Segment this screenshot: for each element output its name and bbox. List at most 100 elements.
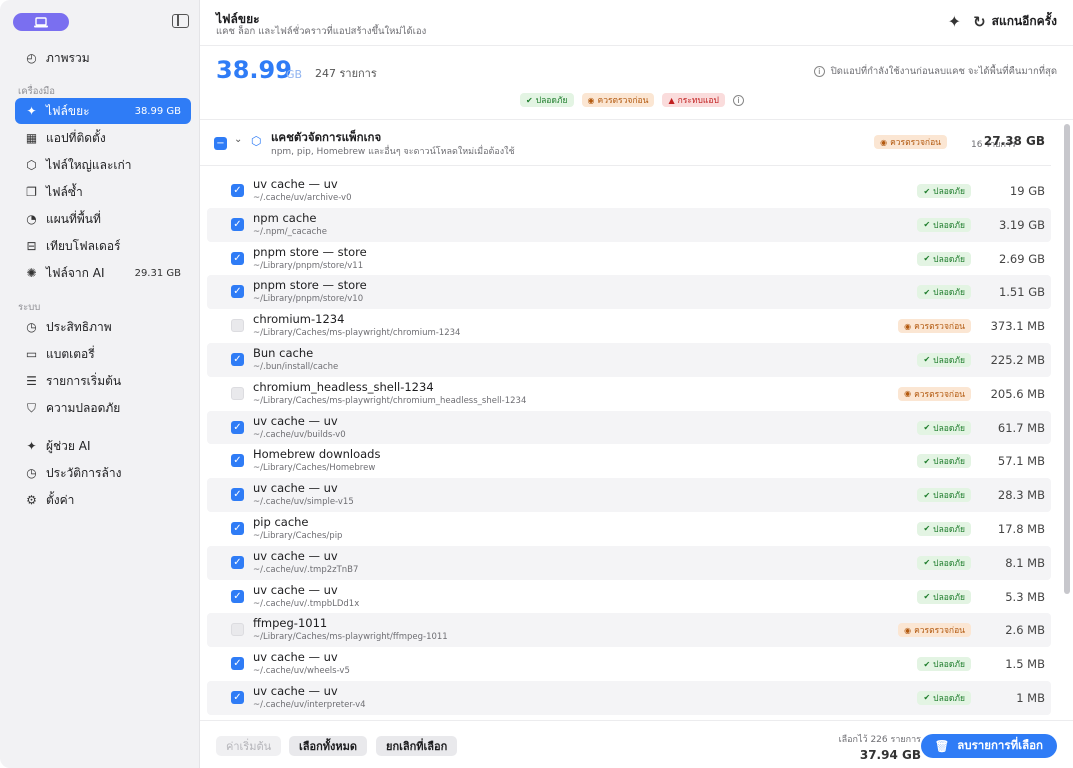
check-circle-icon: ✔ xyxy=(923,558,931,568)
history-icon: ◷ xyxy=(26,466,37,480)
table-row[interactable]: ✓ Bun cache ~/.bun/install/cache ✔ ปลอดภัย 22… xyxy=(207,342,1051,377)
scrollbar[interactable] xyxy=(1064,124,1070,594)
filter-review[interactable]: ◉ ควรตรวจก่อน xyxy=(581,93,655,107)
status-label: ควรตรวจก่อน xyxy=(914,322,965,333)
table-row[interactable]: chromium-1234 ~/Library/Caches/ms-playwri… xyxy=(207,309,1051,343)
copy-icon: ❐ xyxy=(26,185,37,199)
sidebar-item-label: ไฟล์ซ้ำ xyxy=(46,184,83,199)
sidebar-item-compare-folders[interactable]: ⊟ เทียบโฟลเดอร์ xyxy=(15,233,191,259)
pie-icon: ◔ xyxy=(26,212,37,226)
table-row[interactable]: ✓ uv cache — uv ~/.cache/uv/interpreter-v4… xyxy=(207,680,1051,715)
row-size: 2.69 GB xyxy=(998,251,1045,266)
ai-sparkle-icon[interactable]: ✦ xyxy=(948,12,961,31)
status-badge: ✔ ปลอดภัย xyxy=(917,352,971,367)
row-path: ~/Library/Caches/ms-playwright/ffmpeg-10… xyxy=(253,632,448,643)
table-row[interactable]: ✓ uv cache — uv ~/.cache/uv/simple-v15 ✔ ปลอ… xyxy=(207,478,1051,512)
box-icon: ⬡ xyxy=(26,158,37,172)
table-row[interactable]: ✓ uv cache — uv ~/.cache/uv/archive-v0 ✔ ปลอ… xyxy=(207,174,1051,208)
status-badge: ✔ ปลอดภัย xyxy=(917,251,971,266)
sidebar-item-junk-files[interactable]: ✦ ไฟล์ขยะ 38.99 GB xyxy=(15,98,191,124)
row-checkbox[interactable]: ✓ xyxy=(231,488,244,502)
row-checkbox[interactable]: ✓ xyxy=(231,690,244,704)
row-size: 19 GB xyxy=(1009,184,1045,198)
sidebar-item-performance[interactable]: ◷ ประสิทธิภาพ xyxy=(15,314,191,340)
sidebar-toggle-icon[interactable] xyxy=(172,14,189,28)
row-checkbox[interactable]: ✓ xyxy=(231,589,244,603)
table-row[interactable]: ✓ uv cache — uv ~/.cache/uv/builds-v0 ✔ ปลอด… xyxy=(207,410,1051,445)
sidebar-item-space-map[interactable]: ◔ แผนที่พื้นที่ xyxy=(15,206,191,232)
battery-icon: ▭ xyxy=(25,347,38,361)
status-label: ปลอดภัย xyxy=(933,491,965,502)
delete-label: ลบรายการที่เลือก xyxy=(957,738,1043,752)
sidebar-item-battery[interactable]: ▭ แบตเตอรี่ xyxy=(15,341,191,367)
row-size: 61.7 MB xyxy=(997,420,1045,435)
sidebar-item-installed-apps[interactable]: ▦ แอปที่ติดตั้ง xyxy=(15,125,191,151)
row-checkbox[interactable] xyxy=(231,386,244,400)
sidebar-item-label: ความปลอดภัย xyxy=(46,400,121,415)
sidebar-item-cleanup-history[interactable]: ◷ ประวัติการล้าง xyxy=(15,460,191,486)
table-row[interactable]: ✓ uv cache — uv ~/.cache/uv/wheels-v5 ✔ ปลอด… xyxy=(207,647,1051,681)
chevron-down-icon[interactable]: ⌄ xyxy=(234,134,242,145)
sidebar-item-large-old-files[interactable]: ⬡ ไฟล์ใหญ่และเก่า xyxy=(15,152,191,178)
row-checkbox[interactable]: ✓ xyxy=(231,285,244,299)
row-checkbox[interactable]: ✓ xyxy=(231,454,244,468)
row-checkbox[interactable]: ✓ xyxy=(231,184,244,197)
deselect-button[interactable]: ยกเลิกที่เลือก xyxy=(376,736,458,756)
table-row[interactable]: chromium_headless_shell-1234 ~/Library/Ca… xyxy=(207,377,1051,411)
status-label: ปลอดภัย xyxy=(933,592,965,603)
app-logo[interactable] xyxy=(13,13,69,31)
filter-info-icon[interactable]: i xyxy=(732,94,744,106)
check-circle-icon: ✔ xyxy=(923,490,931,500)
defaults-button[interactable]: ค่าเริ่มต้น xyxy=(216,736,282,756)
row-checkbox[interactable]: ✓ xyxy=(231,555,244,569)
sidebar-item-ai-files[interactable]: ✺ ไฟล์จาก AI 29.31 GB xyxy=(15,260,191,286)
row-checkbox[interactable]: ✓ xyxy=(231,352,244,366)
sidebar-section-system: ระบบ xyxy=(18,302,41,313)
row-path: ~/Library/Caches/ms-playwright/chromium-… xyxy=(253,328,461,339)
delete-selected-button[interactable]: 🗑 ลบรายการที่เลือก xyxy=(920,734,1057,758)
table-row[interactable]: ✓ npm cache ~/.npm/_cacache ✔ ปลอดภัย 3.19 GB xyxy=(207,207,1051,242)
row-checkbox[interactable]: ✓ xyxy=(231,420,244,434)
check-circle-icon: ✔ xyxy=(923,592,931,602)
status-label: ปลอดภัย xyxy=(933,693,965,704)
sidebar-item-label: เทียบโฟลเดอร์ xyxy=(46,238,121,253)
table-row[interactable]: ✓ pnpm store — store ~/Library/pnpm/store/… xyxy=(207,242,1051,276)
table-row[interactable]: ✓ pip cache ~/Library/Caches/pip ✔ ปลอดภัย 17… xyxy=(207,512,1051,546)
row-checkbox[interactable] xyxy=(231,623,244,637)
check-circle-icon: ✔ xyxy=(923,220,931,230)
sidebar-item-startup-items[interactable]: ☰ รายการเริ่มต้น xyxy=(15,368,191,394)
row-checkbox[interactable]: ✓ xyxy=(231,251,244,265)
status-badge: ✔ ปลอดภัย xyxy=(917,420,971,435)
select-all-button[interactable]: เลือกทั้งหมด xyxy=(289,736,368,756)
row-path: ~/.npm/_cacache xyxy=(253,226,327,237)
sidebar-item-label: ประวัติการล้าง xyxy=(46,465,122,480)
row-checkbox[interactable]: ✓ xyxy=(231,217,244,231)
filter-danger[interactable]: ▲ กระทบแอป xyxy=(662,93,725,107)
table-row[interactable]: ✓ Homebrew downloads ~/Library/Caches/Home… xyxy=(207,444,1051,478)
table-row[interactable]: ✓ uv cache — uv ~/.cache/uv/.tmp2zTnB7 ✔ ปลอ… xyxy=(207,545,1051,580)
row-size: 28.3 MB xyxy=(997,488,1045,503)
sidebar-item-overview[interactable]: ◴ ภาพรวม xyxy=(15,45,191,71)
sidebar-item-ai-assistant[interactable]: ✦ ผู้ช่วย AI xyxy=(15,433,191,459)
row-path: ~/.cache/uv/simple-v15 xyxy=(253,497,354,508)
row-checkbox[interactable]: ✓ xyxy=(231,657,244,671)
sidebar-item-security[interactable]: ⛉ ความปลอดภัย xyxy=(15,395,191,421)
shield-icon: ⛉ xyxy=(26,400,36,415)
row-path: ~/.cache/uv/.tmpbLDd1x xyxy=(253,598,360,609)
group-header[interactable]: − ⌄ ⬡ แคชตัวจัดการแพ็กเกจ npm, pip, Home… xyxy=(200,120,1051,166)
trash-icon: 🗑 xyxy=(934,739,950,753)
status-badge: ✔ ปลอดภัย xyxy=(917,488,971,503)
rescan-button[interactable]: ↻ สแกนอีกครั้ง xyxy=(973,12,1057,31)
row-size: 17.8 MB xyxy=(997,521,1045,536)
sidebar-item-settings[interactable]: ⚙ ตั้งค่า xyxy=(15,487,191,513)
filter-safe[interactable]: ✔ ปลอดภัย xyxy=(520,93,574,107)
row-name: Homebrew downloads xyxy=(253,447,381,462)
table-row[interactable]: ✓ uv cache — uv ~/.cache/uv/.tmpbLDd1x ✔ ปลอ… xyxy=(207,580,1051,614)
table-row[interactable]: ffmpeg-1011 ~/Library/Caches/ms-playwrigh… xyxy=(207,613,1051,648)
sidebar-item-duplicates[interactable]: ❐ ไฟล์ซ้ำ xyxy=(15,179,191,205)
row-checkbox[interactable] xyxy=(231,319,244,333)
table-row[interactable]: ✓ pnpm store — store ~/Library/pnpm/store/… xyxy=(207,275,1051,310)
group-checkbox[interactable]: − xyxy=(214,137,227,150)
status-badge: ✔ ปลอดภัย xyxy=(917,184,971,198)
row-checkbox[interactable]: ✓ xyxy=(231,521,244,535)
